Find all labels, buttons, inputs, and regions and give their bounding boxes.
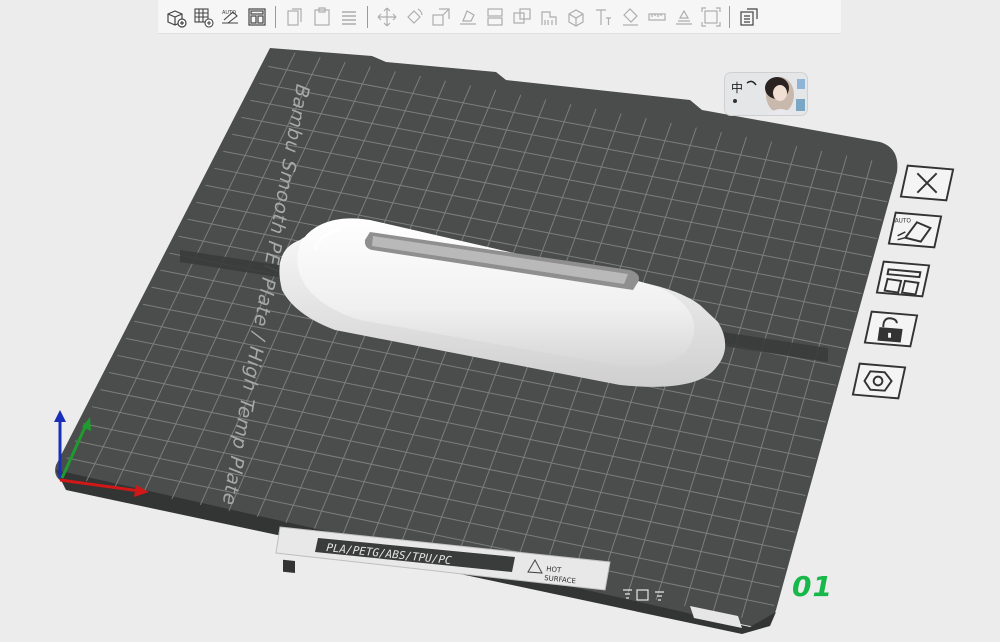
plate-settings-button[interactable] [850,360,908,402]
lock-plate-button[interactable] [862,308,920,350]
lock-icon [863,310,919,348]
arrange-plate-icon [875,260,931,298]
viewport-canvas[interactable]: Bambu Smooth PEI Plate / High Temp Plate… [0,0,1000,642]
thumbnail-image [733,77,805,115]
plate-settings-icon [851,362,907,400]
auto-orient-plate-icon: AUTO [887,211,943,249]
plate-number[interactable]: 01 [792,570,833,603]
auto-orient-plate-button[interactable]: AUTO [886,209,944,251]
arrange-plate-button[interactable] [874,258,932,300]
svg-text:AUTO: AUTO [895,218,912,224]
close-icon [899,164,955,202]
close-button[interactable] [898,162,956,204]
svg-text:HOT: HOT [546,565,563,575]
plate-thumbnail[interactable]: 中 [725,73,807,115]
